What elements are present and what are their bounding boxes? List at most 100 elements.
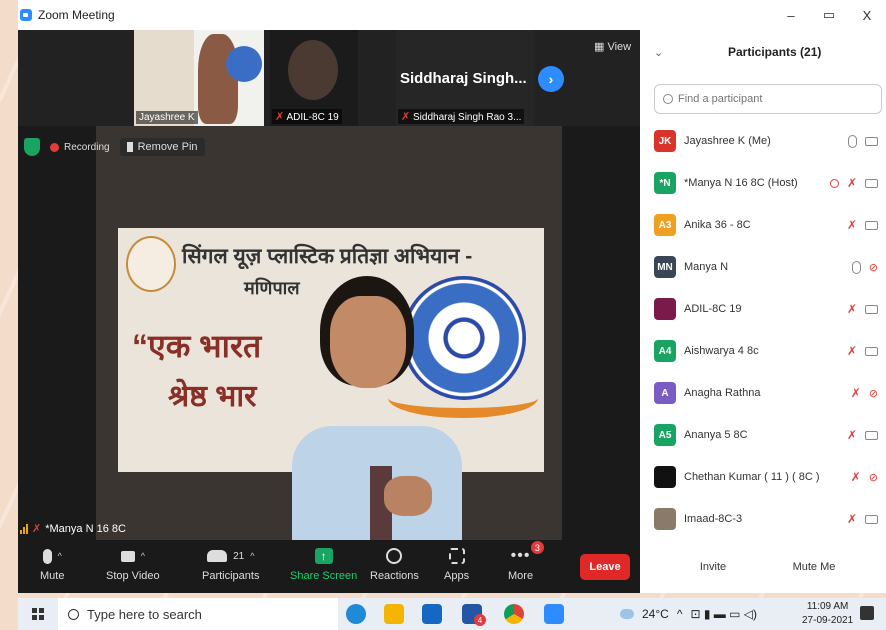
participant-row[interactable]: ADIL-8C 19 ✗: [640, 288, 886, 330]
banner-line: सिंगल यूज़ प्लास्टिक प्रतिज्ञा अभियान -: [182, 245, 473, 268]
more-dots-icon: ••• 3: [511, 541, 545, 565]
mic-muted-icon[interactable]: ✗: [847, 218, 857, 232]
more-badge: 3: [531, 541, 545, 554]
participant-name: Jayashree K (Me): [684, 135, 771, 147]
participant-status-icons: ✗: [829, 176, 878, 190]
banner-line: श्रेष्ठ भार: [168, 380, 257, 413]
caret-up-icon[interactable]: ^: [58, 551, 62, 561]
leave-button[interactable]: Leave: [580, 554, 630, 580]
more-button[interactable]: ••• 3 More: [508, 541, 545, 582]
camera-icon[interactable]: [865, 136, 878, 146]
participant-status-icons: ⊘: [851, 260, 878, 274]
camera-off-icon[interactable]: ⊘: [869, 387, 878, 400]
avatar: *N: [654, 172, 676, 194]
camera-off-icon[interactable]: ⊘: [869, 261, 878, 274]
thumbnail-name: ✗ Siddharaj Singh Rao 3...: [398, 109, 525, 124]
remove-pin-button[interactable]: Remove Pin: [119, 138, 205, 156]
panel-header: ⌄ Participants (21): [640, 30, 886, 74]
avatar: [654, 508, 676, 530]
camera-icon[interactable]: [865, 178, 878, 188]
mic-muted-icon[interactable]: ✗: [847, 428, 857, 442]
reaction-smiley-icon: [386, 548, 403, 564]
temperature[interactable]: 24°C: [642, 607, 669, 621]
clock[interactable]: 11:09 AM 27-09-2021: [802, 600, 853, 628]
participant-row[interactable]: JK Jayashree K (Me): [640, 120, 886, 162]
apps-button[interactable]: Apps: [444, 544, 469, 582]
zoom-taskbar-icon[interactable]: [544, 604, 564, 624]
taskbar-search[interactable]: Type here to search: [58, 598, 338, 630]
mute-button[interactable]: ^ Mute: [40, 544, 64, 582]
microphone-icon[interactable]: [851, 260, 861, 274]
mic-muted-icon[interactable]: ✗: [847, 302, 857, 316]
participant-row[interactable]: A3 Anika 36 - 8C ✗: [640, 204, 886, 246]
invite-button[interactable]: Invite: [688, 554, 738, 580]
institution-logo: [126, 236, 176, 292]
participant-row[interactable]: A Anagha Rathna ✗ ⊘: [640, 372, 886, 414]
avatar: A4: [654, 340, 676, 362]
edge-browser-icon[interactable]: [346, 604, 366, 624]
restore-button[interactable]: ▭: [810, 0, 848, 30]
chevron-up-icon[interactable]: ^: [677, 607, 683, 621]
meeting-area: Jayashree K ✗ ADIL-8C 19 Siddharaj Singh…: [18, 30, 640, 593]
chevron-down-icon[interactable]: ⌄: [654, 46, 663, 59]
mic-muted-icon[interactable]: ✗: [851, 386, 861, 400]
video-thumbnail[interactable]: Jayashree K: [134, 30, 264, 126]
avatar: A: [654, 382, 676, 404]
camera-icon[interactable]: [865, 430, 878, 440]
close-button[interactable]: X: [848, 0, 886, 30]
view-button[interactable]: ▦ View: [594, 40, 631, 53]
next-page-button[interactable]: ›: [538, 66, 564, 92]
thumbnail-display-name: Siddharaj Singh...: [400, 70, 527, 87]
share-screen-button[interactable]: ↑ Share Screen: [290, 544, 357, 582]
participant-row[interactable]: Chethan Kumar ( 11 ) ( 8C ) ✗ ⊘: [640, 456, 886, 498]
encryption-shield-icon[interactable]: [24, 138, 40, 156]
windows-taskbar: Type here to search 4 24°C ^ ⊡ ▮ ▬ ▭ ◁) …: [18, 598, 886, 630]
weather-icon[interactable]: [620, 609, 634, 619]
mic-muted-icon[interactable]: ✗: [851, 470, 861, 484]
participant-list: JK Jayashree K (Me) *N *Manya N 16 8C (Host…: [640, 120, 886, 540]
participant-name: Anagha Rathna: [684, 387, 761, 399]
participants-button[interactable]: 21 ^ Participants: [202, 544, 259, 582]
minimize-button[interactable]: –: [772, 0, 810, 30]
recording-indicator[interactable]: Recording: [50, 142, 110, 153]
reactions-button[interactable]: Reactions: [370, 544, 419, 582]
file-explorer-icon[interactable]: [384, 604, 404, 624]
camera-icon[interactable]: [865, 514, 878, 524]
participants-icon: [207, 550, 228, 562]
notification-icon[interactable]: [860, 606, 874, 620]
participant-search-input[interactable]: [678, 93, 868, 105]
video-thumbnail[interactable]: ✗ ADIL-8C 19: [270, 30, 358, 126]
signal-icon: [20, 523, 28, 534]
participants-panel: ⌄ Participants (21) JK Jayashree K (Me) *N…: [640, 30, 886, 593]
caret-up-icon[interactable]: ^: [141, 551, 145, 561]
stop-video-button[interactable]: ^ Stop Video: [106, 544, 160, 582]
participant-search[interactable]: [654, 84, 882, 114]
avatar: [654, 298, 676, 320]
window-controls: – ▭ X: [772, 0, 886, 30]
window-titlebar: Zoom Meeting – ▭ X: [18, 0, 886, 30]
search-icon: [663, 94, 673, 104]
system-tray: 24°C ^ ⊡ ▮ ▬ ▭ ◁): [620, 598, 757, 630]
microphone-icon[interactable]: [848, 134, 857, 148]
participant-row[interactable]: *N *Manya N 16 8C (Host) ✗: [640, 162, 886, 204]
participant-row[interactable]: MN Manya N ⊘: [640, 246, 886, 288]
participant-row[interactable]: A4 Aishwarya 4 8c ✗: [640, 330, 886, 372]
video-thumbnail[interactable]: Siddharaj Singh... ✗ Siddharaj Singh Rao…: [396, 30, 534, 126]
windows-start-icon[interactable]: [32, 608, 44, 620]
mail-icon[interactable]: [422, 604, 442, 624]
camera-off-icon[interactable]: ⊘: [869, 471, 878, 484]
camera-icon[interactable]: [865, 304, 878, 314]
participant-row[interactable]: A5 Ananya 5 8C ✗: [640, 414, 886, 456]
participant-row[interactable]: Imaad-8C-3 ✗: [640, 498, 886, 540]
mute-me-button[interactable]: Mute Me: [786, 554, 842, 580]
camera-icon[interactable]: [865, 346, 878, 356]
mic-muted-icon: ✗: [401, 111, 411, 123]
tray-icons[interactable]: ⊡ ▮ ▬ ▭ ◁): [690, 607, 757, 621]
participant-status-icons: ✗: [847, 344, 878, 358]
chrome-icon[interactable]: [504, 604, 524, 624]
mic-muted-icon[interactable]: ✗: [847, 512, 857, 526]
caret-up-icon[interactable]: ^: [250, 551, 254, 561]
mic-muted-icon[interactable]: ✗: [847, 176, 857, 190]
mic-muted-icon[interactable]: ✗: [847, 344, 857, 358]
camera-icon[interactable]: [865, 220, 878, 230]
